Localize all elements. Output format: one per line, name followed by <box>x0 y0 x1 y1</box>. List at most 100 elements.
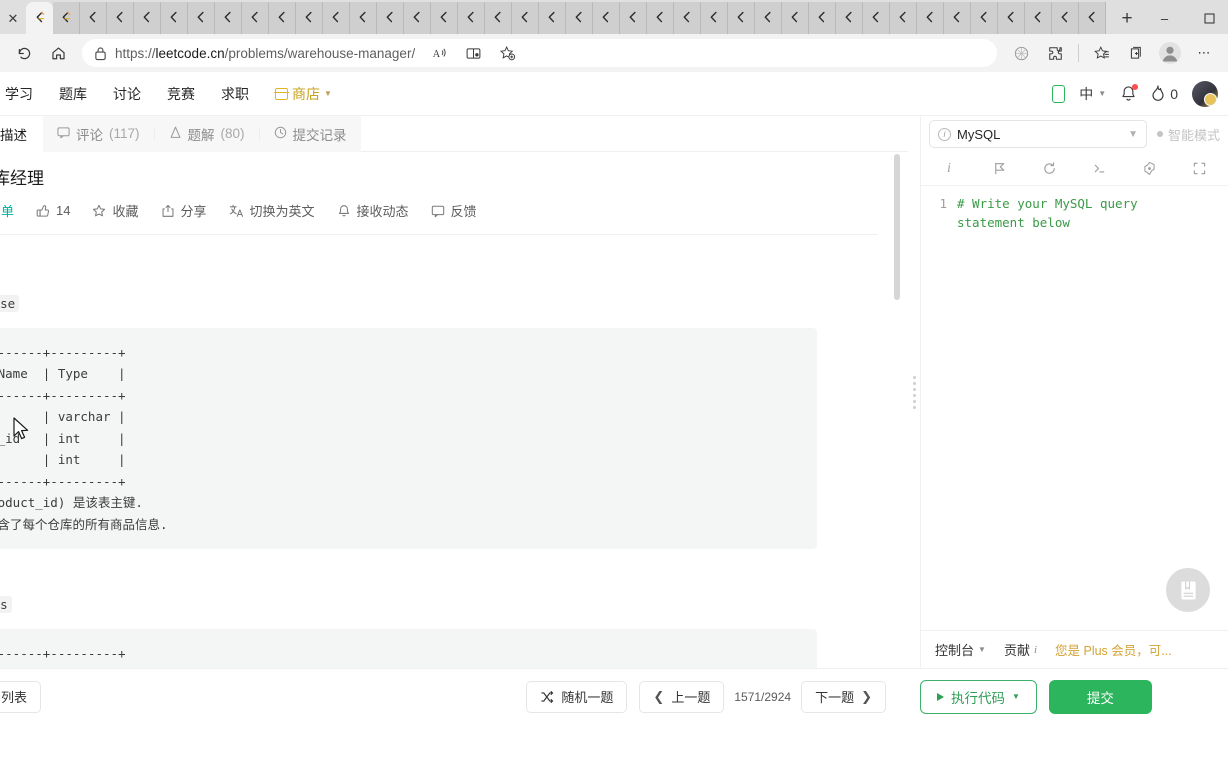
notification-bell[interactable] <box>1120 83 1139 103</box>
browser-tab[interactable] <box>188 2 215 34</box>
tab-strip[interactable]: ✕ + – ✕ <box>0 0 1228 34</box>
browser-tab[interactable] <box>809 2 836 34</box>
code-text[interactable]: # Write your MySQL query statement below <box>957 194 1207 232</box>
browser-tab[interactable] <box>323 2 350 34</box>
browser-tab[interactable] <box>620 2 647 34</box>
browser-tab[interactable] <box>944 2 971 34</box>
browser-tab[interactable] <box>242 2 269 34</box>
language-switcher[interactable]: 中 ▼ <box>1079 84 1106 104</box>
address-bar[interactable]: https://leetcode.cn/problems/warehouse-m… <box>82 39 997 67</box>
phone-icon[interactable] <box>1052 84 1066 103</box>
favorite-button[interactable]: 收藏 <box>92 201 139 220</box>
contribute-button[interactable]: 贡献 i <box>1004 640 1037 659</box>
browser-tab[interactable] <box>539 2 566 34</box>
console-toggle[interactable]: 控制台 ▼ <box>935 640 986 659</box>
browser-tab[interactable] <box>107 2 134 34</box>
refresh-icon[interactable] <box>8 38 40 68</box>
info-icon[interactable]: i <box>939 159 959 179</box>
nav-item-discuss[interactable]: 讨论 <box>100 84 154 104</box>
browser-tab[interactable] <box>269 2 296 34</box>
browser-tab[interactable] <box>215 2 242 34</box>
browser-tab[interactable] <box>782 2 809 34</box>
immersive-reader-icon[interactable] <box>457 38 489 68</box>
subscribe-button[interactable]: 接收动态 <box>337 201 409 220</box>
translate-button[interactable]: 切换为英文 <box>229 201 315 220</box>
problem-list-button[interactable]: 目列表 <box>0 680 42 713</box>
smart-mode-toggle[interactable]: 智能模式 <box>1156 125 1220 144</box>
read-aloud-icon[interactable]: A <box>423 38 455 68</box>
browser-tab[interactable] <box>917 2 944 34</box>
browser-tab[interactable] <box>1025 2 1052 34</box>
settings-icon[interactable] <box>1140 159 1160 179</box>
browser-tab[interactable] <box>836 2 863 34</box>
browser-tab[interactable] <box>296 2 323 34</box>
browser-tab[interactable] <box>377 2 404 34</box>
tab-solutions[interactable]: 题解 (80) <box>155 116 259 152</box>
run-code-button[interactable]: 执行代码 ▼ <box>920 679 1037 714</box>
browser-tab[interactable] <box>431 2 458 34</box>
nav-item-store[interactable]: 商店 ▼ <box>262 84 345 104</box>
tab-close-icon[interactable]: ✕ <box>0 4 26 34</box>
profile-icon[interactable] <box>1154 38 1186 68</box>
browser-tab[interactable] <box>80 2 107 34</box>
notebook-icon[interactable] <box>1166 568 1210 612</box>
minimize-button[interactable]: – <box>1142 2 1187 34</box>
browser-tab[interactable] <box>890 2 917 34</box>
prev-problem-button[interactable]: ❮ 上一题 <box>639 680 725 713</box>
browser-tab[interactable] <box>350 2 377 34</box>
tab-comments[interactable]: 评论 (117) <box>43 116 154 152</box>
browser-tab[interactable] <box>485 2 512 34</box>
collections-icon[interactable] <box>1120 38 1152 68</box>
browser-tabs[interactable] <box>26 2 1106 34</box>
browser-tab[interactable] <box>701 2 728 34</box>
browser-tab[interactable] <box>404 2 431 34</box>
browser-tab[interactable] <box>863 2 890 34</box>
browser-tab[interactable] <box>458 2 485 34</box>
home-icon[interactable] <box>42 38 74 68</box>
maximize-button[interactable] <box>1187 2 1228 34</box>
extensions-icon[interactable] <box>1039 38 1071 68</box>
reset-icon[interactable] <box>1039 159 1059 179</box>
tab-description[interactable]: 描述 <box>0 115 43 152</box>
next-problem-button[interactable]: 下一题 ❯ <box>801 680 886 713</box>
browser-tab[interactable] <box>647 2 674 34</box>
submit-button[interactable]: 提交 <box>1048 679 1152 714</box>
browser-tab[interactable] <box>26 2 53 34</box>
settings-more-icon[interactable]: ⋯ <box>1188 38 1220 68</box>
browser-tab[interactable] <box>134 2 161 34</box>
browser-tab[interactable] <box>161 2 188 34</box>
nav-item-contest[interactable]: 竞赛 <box>154 84 208 104</box>
browser-tab[interactable] <box>728 2 755 34</box>
browser-tab[interactable] <box>1052 2 1079 34</box>
splitter-grip[interactable] <box>912 375 916 409</box>
description-tab-bar[interactable]: 描述 评论 (117) 题解 (80) 提交记录 <box>0 115 908 152</box>
feedback-button[interactable]: 反馈 <box>431 201 477 220</box>
like-button[interactable]: 14 <box>36 203 70 218</box>
tab-submissions[interactable]: 提交记录 <box>260 116 361 152</box>
nav-item-jobs[interactable]: 求职 <box>208 84 262 104</box>
terminal-icon[interactable] <box>1090 159 1110 179</box>
browser-essentials-icon[interactable] <box>1005 38 1037 68</box>
avatar[interactable] <box>1192 80 1218 107</box>
description-scrollbar[interactable] <box>894 154 900 300</box>
browser-tab[interactable] <box>566 2 593 34</box>
new-tab-button[interactable]: + <box>1112 4 1142 34</box>
code-editor[interactable]: 1 # Write your MySQL query statement bel… <box>921 186 1228 630</box>
nav-item-problemset[interactable]: 题库 <box>46 84 100 104</box>
streak-counter[interactable]: 0 <box>1151 85 1178 102</box>
secondary-tabs[interactable]: 评论 (117) 题解 (80) 提交记录 <box>43 115 361 152</box>
browser-tab[interactable] <box>1079 2 1106 34</box>
browser-tab[interactable] <box>512 2 539 34</box>
language-select[interactable]: i MySQL ▼ <box>929 120 1147 148</box>
description-scroll-area[interactable]: 仓库经理 简单 14 收藏 分享 <box>0 152 908 668</box>
browser-tab[interactable] <box>674 2 701 34</box>
plus-member-note[interactable]: 您是 Plus 会员，可... <box>1055 640 1172 659</box>
add-favorite-icon[interactable] <box>491 38 523 68</box>
browser-tab[interactable] <box>998 2 1025 34</box>
nav-item-study[interactable]: 学习 <box>0 84 46 104</box>
share-button[interactable]: 分享 <box>161 201 207 220</box>
browser-tab[interactable] <box>755 2 782 34</box>
random-problem-button[interactable]: 随机一题 <box>526 680 628 713</box>
browser-tab[interactable] <box>593 2 620 34</box>
flag-icon[interactable] <box>989 159 1009 179</box>
